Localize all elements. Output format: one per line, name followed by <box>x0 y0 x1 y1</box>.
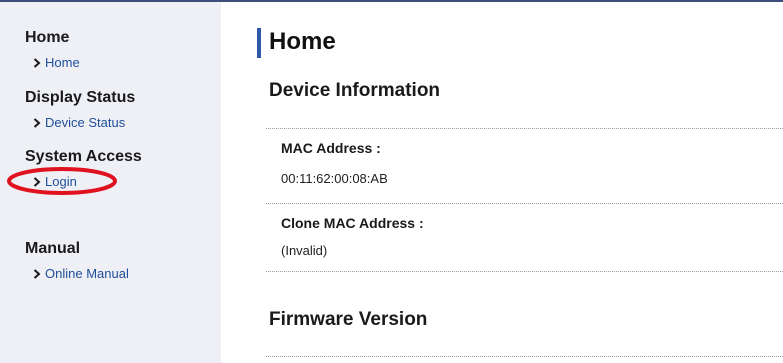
chevron-right-icon <box>33 268 42 279</box>
nav-link-label: Home <box>45 55 80 70</box>
clone-mac-address-label: Clone MAC Address : <box>281 215 424 231</box>
red-circle-annotation <box>7 167 117 195</box>
nav-heading-system-access: System Access <box>25 148 142 165</box>
nav-heading-home: Home <box>25 29 70 46</box>
page-title: Home <box>269 28 336 55</box>
clone-mac-address-value: (Invalid) <box>281 243 328 258</box>
title-accent-bar <box>257 28 261 58</box>
divider <box>266 203 783 204</box>
nav-link-label: Device Status <box>45 115 126 130</box>
nav-heading-display-status: Display Status <box>25 89 136 106</box>
main-content: Home Device Information MAC Address : 00… <box>221 2 783 363</box>
nav-link-home[interactable]: Home <box>33 55 80 70</box>
nav-link-online-manual[interactable]: Online Manual <box>33 266 129 281</box>
mac-address-value: 00:11:62:00:08:AB <box>281 171 388 186</box>
chevron-right-icon <box>33 57 42 68</box>
divider <box>266 356 783 357</box>
section-title-device-information: Device Information <box>269 80 441 101</box>
chevron-right-icon <box>33 117 42 128</box>
mac-address-label: MAC Address : <box>281 140 381 156</box>
divider <box>266 128 783 129</box>
nav-link-device-status[interactable]: Device Status <box>33 115 125 130</box>
nav-heading-manual: Manual <box>25 240 81 257</box>
nav-link-label: Online Manual <box>45 266 129 281</box>
section-title-firmware-version: Firmware Version <box>269 309 428 330</box>
divider <box>266 271 783 272</box>
